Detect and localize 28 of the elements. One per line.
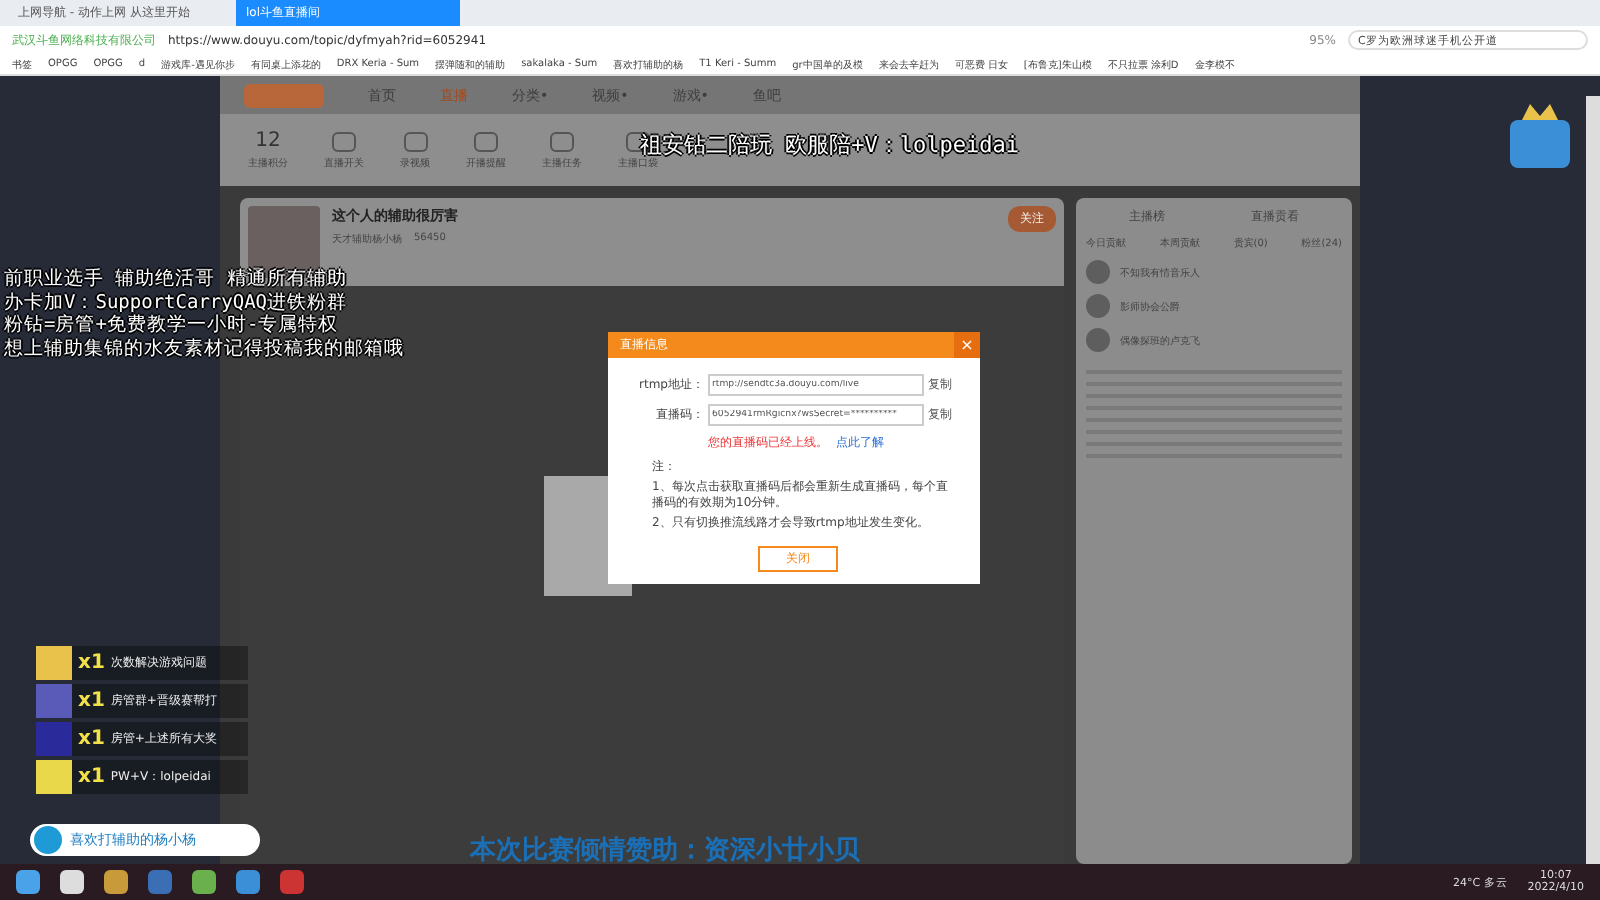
score-value: 12 bbox=[255, 130, 281, 152]
site-logo bbox=[244, 83, 324, 107]
prize-image bbox=[36, 646, 72, 680]
avatar-circle bbox=[1086, 328, 1110, 352]
overlay-text: 前职业选手 辅助绝活哥 精通所有辅助 bbox=[4, 268, 349, 291]
prize-count: x1 bbox=[78, 652, 105, 674]
tool-icon bbox=[550, 131, 574, 151]
tool-icon bbox=[474, 131, 498, 151]
avatar-circle bbox=[1086, 294, 1110, 318]
app-icon[interactable] bbox=[192, 870, 216, 894]
prize-image bbox=[36, 760, 72, 794]
start-icon[interactable] bbox=[16, 870, 40, 894]
prize-count: x1 bbox=[78, 728, 105, 750]
app-icon[interactable] bbox=[60, 870, 84, 894]
prize-image bbox=[36, 722, 72, 756]
app-icon[interactable] bbox=[104, 870, 128, 894]
sponsor-text: 本次比赛倾情赞助：资深小廿小贝 bbox=[470, 833, 860, 868]
overlay-text: 办卡加V：SupportCarryQAQ进铁粉群 bbox=[4, 291, 350, 314]
scrollbar[interactable] bbox=[1586, 96, 1600, 864]
prize-image bbox=[36, 684, 72, 718]
prize-count: x1 bbox=[78, 690, 105, 712]
overlay-headline: 祖安钻二陪玩 欧服陪+V：lolpeidai bbox=[640, 132, 1019, 158]
overlay-text: 想上辅助集锦的水友素材记得投稿我的邮箱哦 bbox=[4, 337, 404, 360]
overlay-text: 粉钻=房管+免费教学一小时-专属特权 bbox=[4, 314, 341, 337]
tool-icon bbox=[403, 131, 427, 151]
tool-icon bbox=[332, 131, 356, 151]
prize-count: x1 bbox=[78, 766, 105, 788]
avatar-circle bbox=[1086, 260, 1110, 284]
